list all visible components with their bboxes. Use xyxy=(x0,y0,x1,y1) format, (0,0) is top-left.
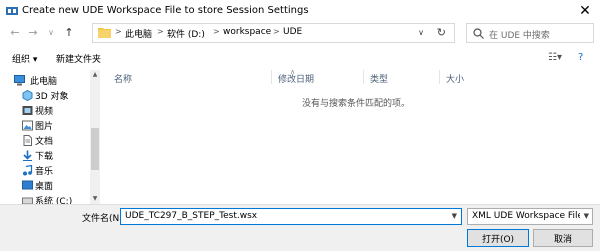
file-list: ∧ 名称 修改日期 类型 大小 没有与搜索条件匹配的项。 xyxy=(103,68,600,204)
empty-folder-message: 没有与搜索条件匹配的项。 xyxy=(302,99,411,109)
breadcrumb-ude[interactable]: UDE xyxy=(283,27,302,37)
column-divider[interactable] xyxy=(439,70,440,84)
sidebar-item-drive-c[interactable]: 系统 (C:) xyxy=(0,193,90,204)
cancel-button-label: 取消 xyxy=(553,234,572,245)
sidebar-item-label: 系统 (C:) xyxy=(35,197,73,204)
column-header-size[interactable]: 大小 xyxy=(446,72,464,85)
filename-value: UDE_TC297_B_STEP_Test.wsx xyxy=(125,211,258,221)
video-icon xyxy=(22,106,33,115)
navigation-pane-scrollbar[interactable]: ▲ ▼ xyxy=(90,70,100,204)
view-options-icon[interactable]: ☷▾ xyxy=(548,52,562,63)
downloads-icon xyxy=(23,150,32,161)
sidebar-item-3d-objects[interactable]: 3D 对象 xyxy=(0,88,90,103)
sidebar-item-label: 桌面 xyxy=(35,182,54,192)
breadcrumb-separator: > xyxy=(115,27,122,36)
back-button[interactable]: ← xyxy=(8,26,22,40)
command-toolbar: 组织 ▾ 新建文件夹 ☷▾ ? xyxy=(0,47,600,69)
sidebar-item-this-pc[interactable]: 此电脑 xyxy=(0,73,90,88)
search-icon xyxy=(473,28,484,39)
3d-objects-icon xyxy=(22,90,33,101)
chevron-down-icon[interactable]: ▼ xyxy=(584,212,589,220)
scroll-down-icon[interactable]: ▼ xyxy=(91,195,99,203)
breadcrumb-separator: > xyxy=(273,27,280,36)
breadcrumb-separator: > xyxy=(213,27,220,36)
filename-input[interactable]: UDE_TC297_B_STEP_Test.wsx ▼ xyxy=(120,208,462,225)
sidebar-item-label: 视频 xyxy=(35,107,54,117)
sidebar-item-pictures[interactable]: 图片 xyxy=(0,118,90,133)
drive-icon xyxy=(22,197,33,204)
sidebar-item-music[interactable]: 音乐 xyxy=(0,163,90,178)
breadcrumb-separator: > xyxy=(157,27,164,36)
scrollbar-thumb[interactable] xyxy=(91,128,99,170)
column-header-name[interactable]: 名称 xyxy=(114,72,132,85)
recent-locations-button[interactable]: ∨ xyxy=(44,26,58,40)
sidebar-item-label: 下载 xyxy=(35,152,54,162)
sidebar-item-label: 此电脑 xyxy=(30,77,58,87)
cancel-button[interactable]: 取消 xyxy=(533,229,593,247)
sidebar-item-label: 图片 xyxy=(35,122,54,132)
sidebar-item-downloads[interactable]: 下载 xyxy=(0,148,90,163)
forward-button[interactable]: → xyxy=(26,26,40,40)
column-header-type[interactable]: 类型 xyxy=(370,72,388,85)
ude-app-icon xyxy=(6,7,18,15)
sidebar-item-videos[interactable]: 视频 xyxy=(0,103,90,118)
search-box[interactable]: 在 UDE 中搜索 xyxy=(466,23,594,43)
sidebar-item-label: 音乐 xyxy=(35,167,54,177)
breadcrumb-workspace[interactable]: workspace xyxy=(223,27,271,37)
title-bar: Create new UDE Workspace File to store S… xyxy=(0,0,600,22)
chevron-down-icon[interactable]: ▼ xyxy=(452,212,457,220)
up-button[interactable]: ↑ xyxy=(62,26,76,40)
open-button[interactable]: 打开(O) xyxy=(467,229,529,247)
close-icon: ✕ xyxy=(579,3,591,19)
pictures-icon xyxy=(22,120,33,131)
help-icon[interactable]: ? xyxy=(578,52,583,63)
breadcrumb-this-pc[interactable]: 此电脑 xyxy=(125,27,152,40)
address-bar[interactable]: > 此电脑 > 软件 (D:) > workspace > UDE ∨ ↻ xyxy=(92,23,455,43)
address-dropdown-icon[interactable]: ∨ xyxy=(418,28,424,37)
window-title: Create new UDE Workspace File to store S… xyxy=(22,5,309,16)
refresh-icon[interactable]: ↻ xyxy=(437,26,446,39)
desktop-icon xyxy=(22,180,33,190)
close-button[interactable]: ✕ xyxy=(576,3,594,19)
navigation-pane: 此电脑 3D 对象 视频 图片 文档 下载 音乐 桌面 系统 (C:) xyxy=(0,68,101,204)
column-header-modified[interactable]: 修改日期 xyxy=(278,72,314,85)
breadcrumb-drive-d[interactable]: 软件 (D:) xyxy=(167,27,205,40)
sidebar-item-label: 3D 对象 xyxy=(35,92,69,102)
scroll-up-icon[interactable]: ▲ xyxy=(91,71,99,79)
new-folder-button[interactable]: 新建文件夹 xyxy=(56,52,101,65)
column-divider[interactable] xyxy=(363,70,364,84)
organize-menu[interactable]: 组织 ▾ xyxy=(12,52,37,65)
column-divider[interactable] xyxy=(271,70,272,84)
filetype-value: XML UDE Workspace Files (* xyxy=(472,211,580,221)
save-panel: 文件名(N): UDE_TC297_B_STEP_Test.wsx ▼ XML … xyxy=(0,204,600,251)
documents-icon xyxy=(23,135,32,146)
sidebar-item-desktop[interactable]: 桌面 xyxy=(0,178,90,193)
music-icon xyxy=(23,165,33,176)
sidebar-item-label: 文档 xyxy=(35,137,54,147)
search-placeholder: 在 UDE 中搜索 xyxy=(489,31,550,41)
folder-icon xyxy=(98,28,111,38)
computer-icon xyxy=(14,75,25,86)
sidebar-item-documents[interactable]: 文档 xyxy=(0,133,90,148)
open-button-label: 打开(O) xyxy=(481,234,515,245)
filetype-select[interactable]: XML UDE Workspace Files (* ▼ xyxy=(467,208,593,225)
